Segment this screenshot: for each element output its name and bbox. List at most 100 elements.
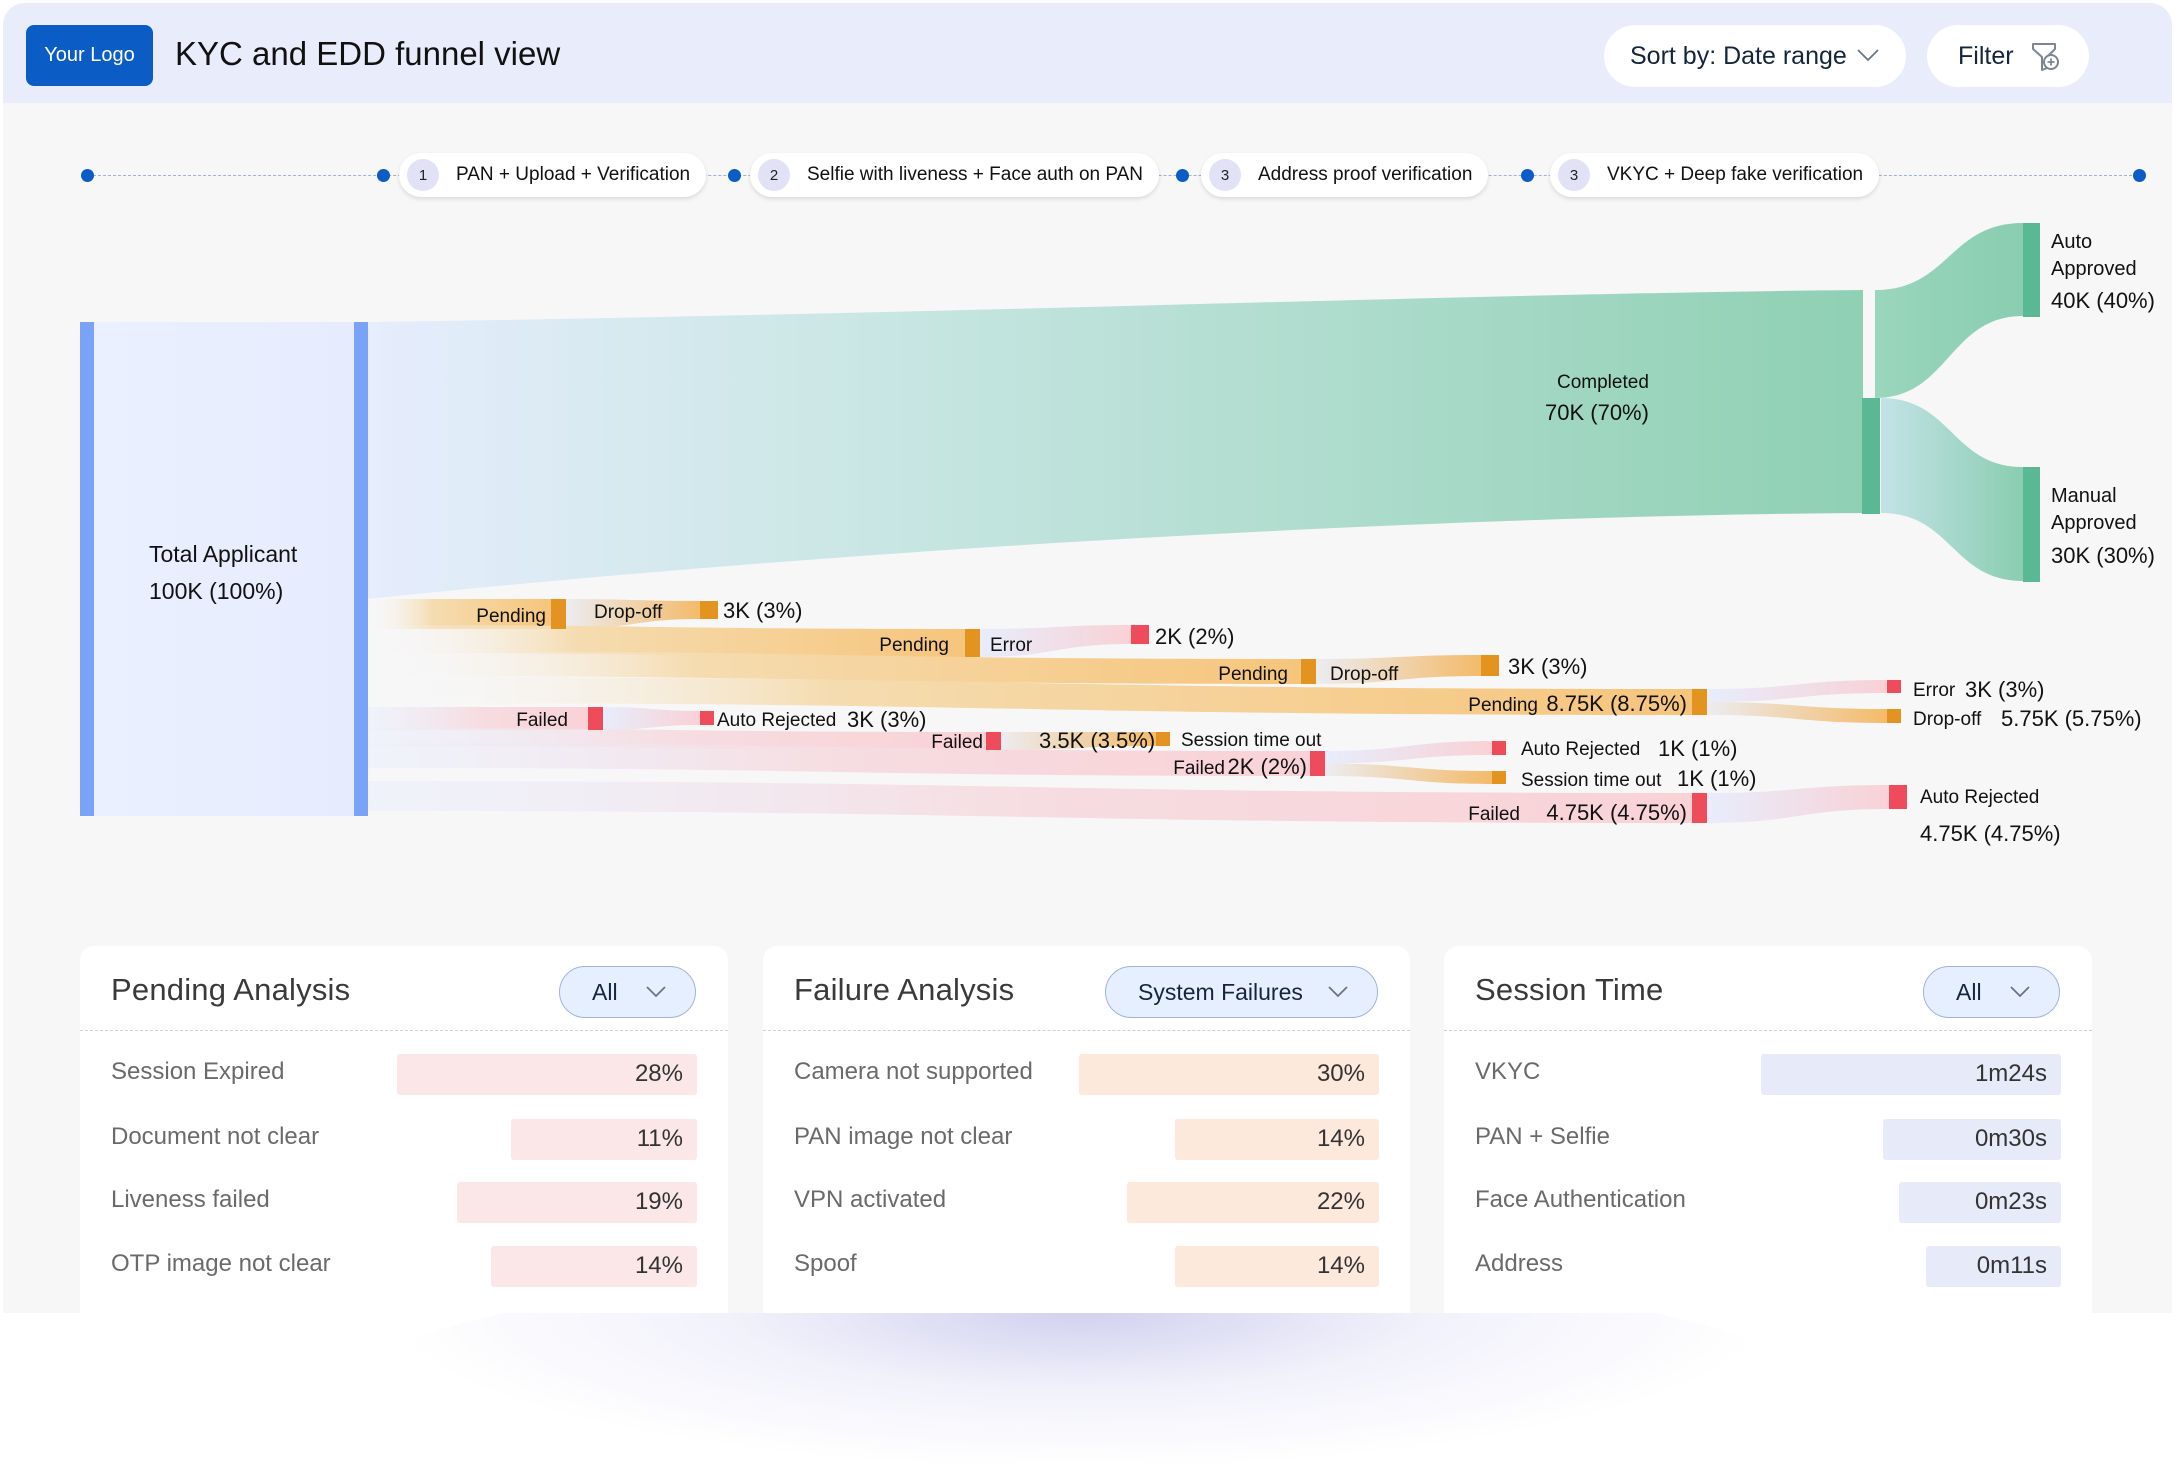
metric-value: 28%: [634, 1060, 683, 1087]
pending-filter-dropdown[interactable]: All: [559, 966, 696, 1018]
node-label-failed: Failed: [1468, 804, 1520, 825]
node-total-right-bar: [354, 322, 368, 816]
node-label-completed: Completed: [1557, 372, 1649, 393]
failed-node-1: [588, 707, 603, 730]
metric-value: 0m23s: [1974, 1188, 2047, 1215]
metric-value: 1m24s: [1974, 1060, 2047, 1087]
node-label-pending: Pending: [879, 635, 949, 656]
failure-type-dropdown[interactable]: System Failures: [1105, 966, 1378, 1018]
metric-value: 0m11s: [1976, 1252, 2047, 1279]
node-value-session-timeout: 3.5K (3.5%): [1039, 728, 1155, 753]
failed-link-3: [368, 743, 1310, 776]
metric-value: 14%: [634, 1252, 683, 1279]
metric-row: PAN + Selfie 0m30s: [1475, 1119, 2061, 1161]
card-title: Session Time: [1475, 972, 1664, 1007]
node-value-failed: 2K (2%): [1228, 754, 1307, 779]
node-label-manual-approved-1: Manual: [2051, 485, 2117, 507]
card-divider: [80, 1030, 728, 1031]
chevron-down-icon: [646, 986, 666, 998]
pending-outcome-node-1-1: [700, 601, 718, 619]
session-time-card: Session Time All VKYC 1m24s PAN + Selfie 0m…: [1444, 946, 2092, 1313]
pending-analysis-card: Pending Analysis All Session Expired 28% D…: [80, 946, 728, 1313]
failed-outcome-link-1-1: [603, 707, 700, 730]
node-value-dropoff: 3K (3%): [723, 598, 802, 623]
node-value-error: 2K (2%): [1155, 624, 1234, 649]
node-label-auto-rejected: Auto Rejected: [717, 710, 836, 731]
node-value-dropoff: 5.75K (5.75%): [2001, 706, 2142, 731]
node-label-auto-rejected: Auto Rejected: [1920, 787, 2039, 808]
metric-label: Document not clear: [111, 1123, 320, 1150]
metric-row: Spoof 14%: [794, 1246, 1379, 1288]
dropdown-value: All: [592, 978, 618, 1005]
node-value-session-timeout: 1K (1%): [1677, 766, 1756, 791]
card-title: Failure Analysis: [794, 972, 1015, 1007]
metric-value: 11%: [636, 1125, 683, 1152]
link-total-completed: [368, 290, 1863, 599]
metric-label: Camera not supported: [794, 1058, 1033, 1085]
failed-outcome-node-3-2: [1492, 771, 1506, 784]
failed-outcome-node-1-1: [700, 711, 714, 725]
node-total-left-bar: [80, 322, 94, 816]
node-auto-approved-bar: [2023, 223, 2040, 317]
metric-label: Spoof: [794, 1250, 857, 1277]
metric-value: 14%: [1316, 1252, 1365, 1279]
node-label-failed: Failed: [516, 710, 568, 731]
pending-outcome-node-2-1: [1131, 625, 1149, 644]
metric-label: VPN activated: [794, 1186, 947, 1213]
node-value-auto-rejected: 1K (1%): [1658, 736, 1737, 761]
pending-node-4: [1692, 689, 1707, 715]
metric-label: Liveness failed: [111, 1186, 270, 1213]
node-label-dropoff: Drop-off: [1913, 709, 1982, 730]
metric-label: VKYC: [1475, 1058, 1541, 1085]
card-divider: [1444, 1030, 2092, 1031]
dashboard-frame: Your Logo KYC and EDD funnel view Sort b…: [3, 3, 2172, 1313]
failed-node-3: [1310, 751, 1325, 776]
metric-row: VKYC 1m24s: [1475, 1054, 2061, 1096]
pending-outcome-node-3-1: [1481, 655, 1499, 676]
metric-value: 0m30s: [1974, 1125, 2047, 1152]
chevron-down-icon: [2010, 986, 2030, 998]
metric-row: Face Authentication 0m23s: [1475, 1182, 2061, 1224]
failed-outcome-link-3-2: [1325, 763, 1492, 784]
card-title: Pending Analysis: [111, 972, 351, 1007]
metric-row: PAN image not clear 14%: [794, 1119, 1379, 1161]
funnel-sankey-chart: Total Applicant 100K (100%) Completed 70…: [80, 223, 2155, 846]
node-manual-approved-bar: [2023, 467, 2040, 582]
metric-label: Address: [1475, 1250, 1564, 1277]
node-completed-bar: [1862, 398, 1880, 514]
pending-outcome-node-4-2: [1887, 709, 1901, 723]
pending-outcome-link-4-2: [1707, 702, 1887, 723]
node-label-dropoff: Drop-off: [1330, 664, 1399, 685]
failure-analysis-card: Failure Analysis System Failures Camera …: [763, 946, 1410, 1313]
card-divider: [763, 1030, 1410, 1031]
pending-node-1: [551, 599, 566, 629]
pending-node-3: [1301, 659, 1316, 684]
failed-node-2: [986, 732, 1001, 750]
metric-value: 19%: [634, 1188, 683, 1215]
node-label-failed: Failed: [931, 732, 983, 753]
metric-label: PAN + Selfie: [1475, 1123, 1610, 1150]
failed-node-4: [1692, 793, 1707, 823]
metric-row: Document not clear 11%: [111, 1119, 697, 1161]
node-value-manual-approved: 30K (30%): [2051, 543, 2155, 568]
node-label-auto-rejected: Auto Rejected: [1521, 739, 1640, 760]
metric-row: VPN activated 22%: [794, 1182, 1379, 1224]
metric-row: Address 0m11s: [1475, 1246, 2061, 1288]
session-filter-dropdown[interactable]: All: [1923, 966, 2060, 1018]
chevron-down-icon: [1328, 986, 1348, 998]
node-value-failed: 4.75K (4.75%): [1546, 800, 1687, 825]
node-label-total: Total Applicant: [149, 541, 298, 567]
dropdown-value: All: [1956, 978, 1982, 1005]
node-label-auto-approved-2: Approved: [2051, 258, 2137, 280]
metric-value: 30%: [1316, 1060, 1365, 1087]
metric-label: PAN image not clear: [794, 1123, 1013, 1150]
node-label-pending: Pending: [1468, 695, 1538, 716]
dropdown-value: System Failures: [1138, 978, 1303, 1005]
metric-label: Session Expired: [111, 1058, 285, 1085]
pending-outcome-node-4-1: [1887, 680, 1901, 693]
metric-row: Camera not supported 30%: [794, 1054, 1379, 1096]
node-label-failed: Failed: [1173, 758, 1225, 779]
node-label-error: Error: [990, 635, 1033, 656]
node-label-pending: Pending: [1218, 664, 1288, 685]
node-value-error: 3K (3%): [1965, 677, 2044, 702]
